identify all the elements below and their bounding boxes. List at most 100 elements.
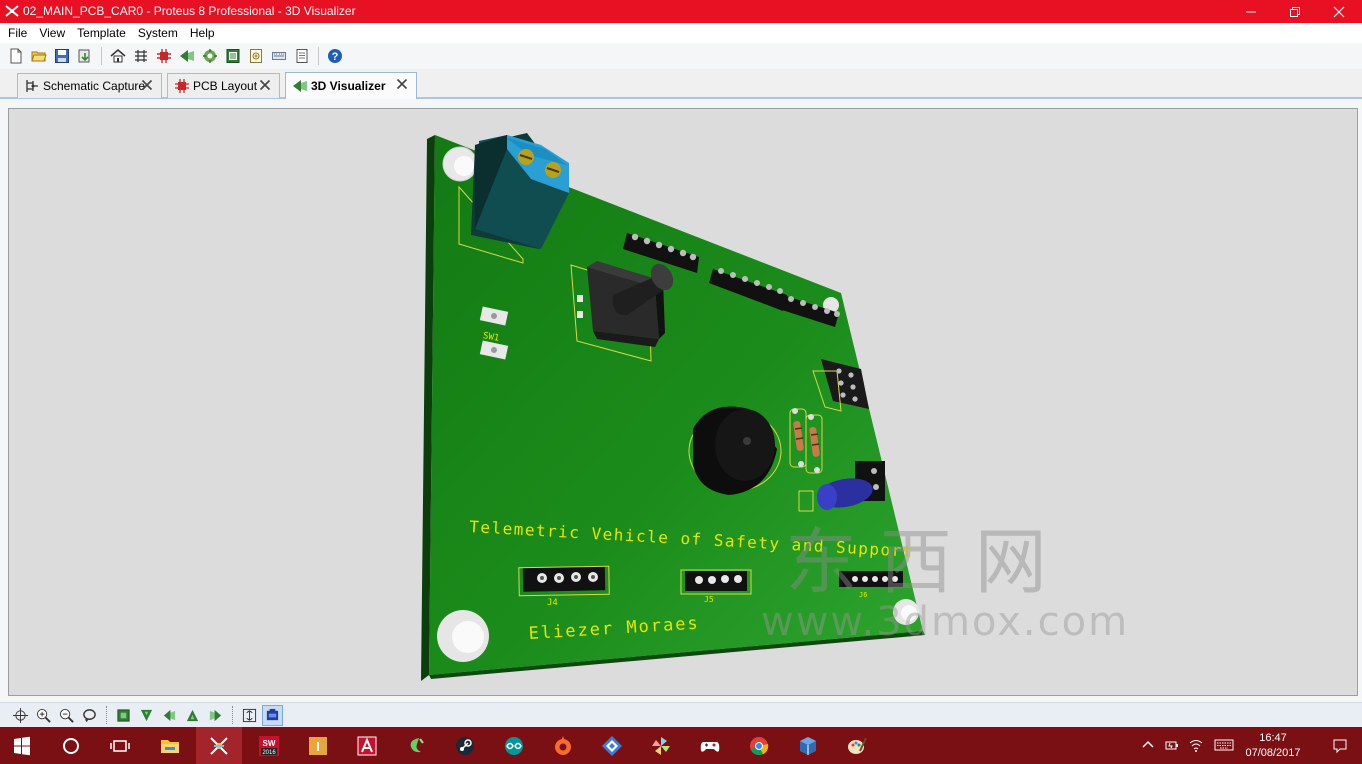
watermark-cn: 东 西 网 <box>785 520 1047 604</box>
3d-visualizer-icon <box>180 50 194 62</box>
back-view-button[interactable] <box>182 705 203 726</box>
zoom-out-icon <box>59 708 74 723</box>
left-view-icon <box>163 709 176 721</box>
help-button[interactable]: ? <box>325 46 345 66</box>
design-explorer-icon <box>250 49 262 63</box>
toggle-board-button[interactable] <box>262 704 283 726</box>
close-button[interactable] <box>1316 0 1362 23</box>
reset-view-button[interactable] <box>79 705 100 726</box>
document-tabs: Schematic Capture PCB Layout 3D Visualiz… <box>0 69 1362 99</box>
proteus-taskbar-button[interactable] <box>196 727 242 764</box>
file-explorer-button[interactable] <box>148 727 192 764</box>
pcb-3d-scene: SW1 Telemetric Vehicle of Safety and Sup… <box>421 133 1127 681</box>
wifi-icon[interactable] <box>1188 737 1204 753</box>
design-explorer-button[interactable] <box>246 46 266 66</box>
pcb-chip-icon <box>174 78 190 94</box>
mounting-hole <box>442 146 478 182</box>
board-height-button[interactable] <box>239 705 260 726</box>
gerber-icon <box>203 49 217 63</box>
zoom-in-button[interactable] <box>33 705 54 726</box>
search-button[interactable] <box>49 727 93 764</box>
documentation-button[interactable] <box>292 46 312 66</box>
steam-button[interactable] <box>443 727 487 764</box>
tab-label: PCB Layout <box>193 79 258 93</box>
pcb-button[interactable] <box>154 46 174 66</box>
tab-label: Schematic Capture <box>43 79 146 93</box>
clock-date: 07/08/2017 <box>1245 747 1301 759</box>
menu-view[interactable]: View <box>33 23 71 43</box>
virtualbox-button[interactable] <box>786 727 830 764</box>
top-view-button[interactable] <box>113 705 134 726</box>
arduino-button[interactable] <box>492 727 536 764</box>
start-button[interactable] <box>0 727 44 764</box>
close-tab-icon[interactable] <box>396 78 408 90</box>
tab-schematic-capture[interactable]: Schematic Capture <box>17 73 162 98</box>
pan-button[interactable] <box>10 705 31 726</box>
chrome-icon <box>750 736 769 755</box>
board-height-icon <box>242 708 257 722</box>
toggle-board-icon <box>266 708 279 720</box>
schematic-button[interactable] <box>131 46 151 66</box>
menu-file[interactable]: File <box>2 23 33 43</box>
import-button[interactable] <box>75 46 95 66</box>
menu-system[interactable]: System <box>132 23 184 43</box>
inventor-button[interactable]: I <box>296 727 340 764</box>
task-view-button[interactable] <box>98 727 142 764</box>
green-app-button[interactable] <box>394 727 438 764</box>
right-view-icon <box>209 709 222 721</box>
home-button[interactable] <box>108 46 128 66</box>
menu-template[interactable]: Template <box>71 23 132 43</box>
restore-button[interactable] <box>1272 0 1318 23</box>
window-title: 02_MAIN_PCB_CAR0 - Proteus 8 Professiona… <box>23 4 356 18</box>
right-view-button[interactable] <box>205 705 226 726</box>
schematic-icon <box>24 78 40 94</box>
minimize-icon <box>1246 11 1256 12</box>
import-icon <box>78 49 90 63</box>
menu-help[interactable]: Help <box>184 23 221 43</box>
close-tab-icon[interactable] <box>259 79 271 91</box>
origin-button[interactable] <box>541 727 585 764</box>
zoom-out-button[interactable] <box>56 705 77 726</box>
chevron-up-icon[interactable] <box>1140 737 1156 753</box>
paint-button[interactable] <box>835 727 879 764</box>
home-icon <box>110 49 126 63</box>
front-view-button[interactable] <box>136 705 157 726</box>
save-button[interactable] <box>52 46 72 66</box>
3d-viewport[interactable]: SW1 Telemetric Vehicle of Safety and Sup… <box>8 108 1358 696</box>
svg-text:?: ? <box>332 51 339 63</box>
view-toolbar <box>0 702 1362 727</box>
pinwheel-icon <box>652 736 670 755</box>
windows-taskbar: SW 2016 I 16:47 07/08/2017 <box>0 727 1362 764</box>
tab-pcb-layout[interactable]: PCB Layout <box>167 73 280 98</box>
pcb-icon <box>157 49 171 63</box>
front-view-icon <box>140 709 153 721</box>
origin-icon <box>555 735 571 755</box>
tab-3d-visualizer[interactable]: 3D Visualizer <box>285 72 417 99</box>
open-folder-button[interactable] <box>29 46 49 66</box>
main-toolbar: ? <box>0 43 1362 69</box>
reset-view-icon <box>83 708 96 722</box>
project-notes-button[interactable] <box>269 46 289 66</box>
notification-icon[interactable] <box>1332 738 1348 754</box>
pinwheel-app-button[interactable] <box>639 727 683 764</box>
gerber-button[interactable] <box>200 46 220 66</box>
gamepad-app-button[interactable] <box>688 727 732 764</box>
blue-app-button[interactable] <box>590 727 634 764</box>
minimize-button[interactable] <box>1228 0 1274 23</box>
close-tab-icon[interactable] <box>141 79 153 91</box>
proteus-icon <box>210 736 228 755</box>
notes-icon <box>272 52 286 60</box>
solidworks-button[interactable]: SW 2016 <box>247 727 291 764</box>
new-file-button[interactable] <box>6 46 26 66</box>
toolbar-separator <box>232 706 233 724</box>
autocad-icon <box>357 736 377 755</box>
taskbar-clock[interactable]: 16:47 07/08/2017 <box>1238 731 1308 761</box>
autocad-button[interactable] <box>345 727 389 764</box>
left-view-button[interactable] <box>159 705 180 726</box>
battery-power-icon[interactable] <box>1164 737 1180 753</box>
3d-visualizer-button[interactable] <box>177 46 197 66</box>
bom-button[interactable] <box>223 46 243 66</box>
keyboard-icon[interactable] <box>1214 737 1234 753</box>
system-tray: 16:47 07/08/2017 <box>1122 727 1362 764</box>
chrome-button[interactable] <box>737 727 781 764</box>
